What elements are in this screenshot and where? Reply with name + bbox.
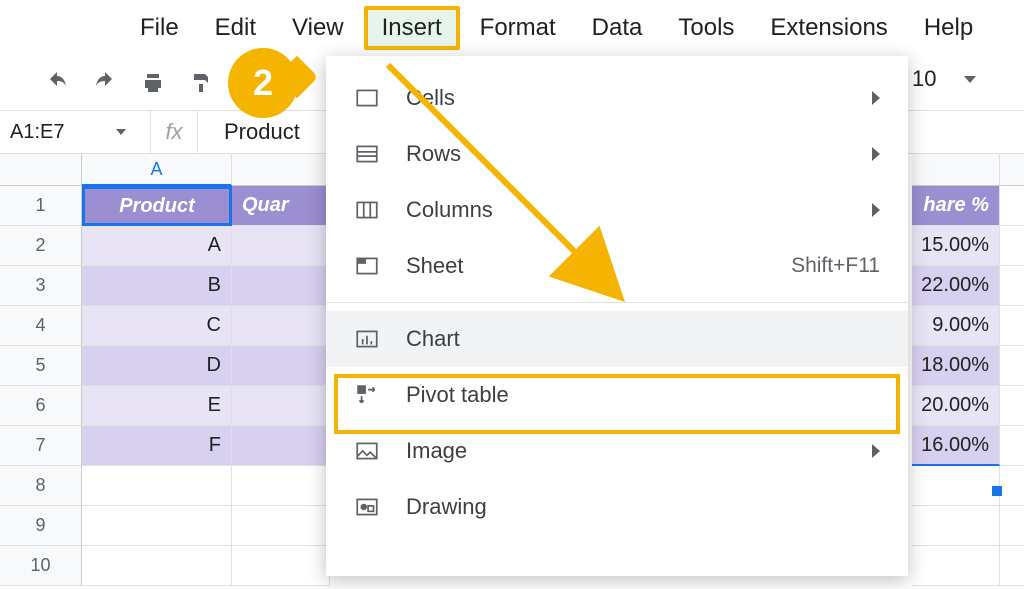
cell-e5[interactable]: 18.00% bbox=[912, 346, 1000, 386]
cell-e1[interactable]: hare % bbox=[912, 186, 1000, 226]
menu-extensions[interactable]: Extensions bbox=[754, 6, 903, 50]
row-header[interactable]: 4 bbox=[0, 306, 82, 346]
column-header-a[interactable]: A bbox=[82, 154, 232, 186]
pivot-table-icon bbox=[354, 382, 380, 408]
cell-e4[interactable]: 9.00% bbox=[912, 306, 1000, 346]
dd-drawing[interactable]: Drawing bbox=[326, 479, 908, 535]
menu-bar: File Edit View Insert Format Data Tools … bbox=[0, 0, 1024, 56]
cell-b4[interactable] bbox=[232, 306, 330, 346]
cell-a7[interactable]: F bbox=[82, 426, 232, 466]
chevron-down-icon[interactable] bbox=[116, 129, 126, 135]
paint-format-icon[interactable] bbox=[184, 66, 218, 100]
dd-image[interactable]: Image bbox=[326, 423, 908, 479]
cell-a1[interactable]: Product bbox=[82, 186, 232, 226]
dd-rows-label: Rows bbox=[406, 141, 846, 167]
step-badge: 2 bbox=[228, 48, 298, 118]
menu-insert[interactable]: Insert bbox=[364, 6, 460, 50]
dd-sheet-shortcut: Shift+F11 bbox=[791, 254, 880, 278]
cell-b5[interactable] bbox=[232, 346, 330, 386]
column-header-b[interactable] bbox=[232, 154, 330, 186]
cell-a4[interactable]: C bbox=[82, 306, 232, 346]
dd-columns[interactable]: Columns bbox=[326, 182, 908, 238]
rows-icon bbox=[354, 141, 380, 167]
cell-a2[interactable]: A bbox=[82, 226, 232, 266]
cell-b6[interactable] bbox=[232, 386, 330, 426]
dd-chart[interactable]: Chart bbox=[326, 311, 908, 367]
chevron-right-icon bbox=[872, 444, 880, 458]
dd-columns-label: Columns bbox=[406, 197, 846, 223]
cell-f1[interactable] bbox=[1000, 186, 1024, 226]
font-size-value[interactable]: 10 bbox=[912, 66, 936, 92]
chevron-right-icon bbox=[872, 91, 880, 105]
cell-e6[interactable]: 20.00% bbox=[912, 386, 1000, 426]
drawing-icon bbox=[354, 494, 380, 520]
row-header[interactable]: 2 bbox=[0, 226, 82, 266]
row-header[interactable]: 10 bbox=[0, 546, 82, 586]
row-header[interactable]: 3 bbox=[0, 266, 82, 306]
undo-icon[interactable] bbox=[40, 66, 74, 100]
menu-file[interactable]: File bbox=[124, 6, 195, 50]
dd-chart-label: Chart bbox=[406, 326, 880, 352]
cell-a6[interactable]: E bbox=[82, 386, 232, 426]
cell-b1[interactable]: Quar bbox=[232, 186, 330, 226]
dd-cells-label: Cells bbox=[406, 85, 846, 111]
cell-b3[interactable] bbox=[232, 266, 330, 306]
row-header[interactable]: 6 bbox=[0, 386, 82, 426]
column-header-e[interactable] bbox=[912, 154, 1000, 186]
row-header[interactable]: 8 bbox=[0, 466, 82, 506]
cell-e7[interactable]: 16.00% bbox=[912, 426, 1000, 466]
row-header[interactable]: 7 bbox=[0, 426, 82, 466]
columns-icon bbox=[354, 197, 380, 223]
chart-icon bbox=[354, 326, 380, 352]
column-header-f[interactable] bbox=[1000, 154, 1024, 186]
menu-view[interactable]: View bbox=[276, 6, 360, 50]
row-header[interactable]: 9 bbox=[0, 506, 82, 546]
menu-separator bbox=[326, 302, 908, 303]
selection-handle[interactable] bbox=[992, 486, 1002, 496]
print-icon[interactable] bbox=[136, 66, 170, 100]
name-box[interactable]: A1:E7 bbox=[10, 121, 64, 144]
dd-pivot[interactable]: Pivot table bbox=[326, 367, 908, 423]
insert-dropdown: Cells Rows Columns Sheet Shift+F11 Chart… bbox=[326, 56, 908, 576]
row-header[interactable]: 5 bbox=[0, 346, 82, 386]
chevron-down-icon[interactable] bbox=[964, 76, 976, 83]
sheet-icon bbox=[354, 253, 380, 279]
menu-data[interactable]: Data bbox=[576, 6, 659, 50]
cells-icon bbox=[354, 85, 380, 111]
dd-drawing-label: Drawing bbox=[406, 494, 880, 520]
dd-cells[interactable]: Cells bbox=[326, 70, 908, 126]
fx-label: fx bbox=[150, 111, 198, 153]
menu-help[interactable]: Help bbox=[908, 6, 989, 50]
dd-sheet-label: Sheet bbox=[406, 253, 765, 279]
cell-b7[interactable] bbox=[232, 426, 330, 466]
chevron-right-icon bbox=[872, 147, 880, 161]
row-header[interactable]: 1 bbox=[0, 186, 82, 226]
menu-format[interactable]: Format bbox=[464, 6, 572, 50]
redo-icon[interactable] bbox=[88, 66, 122, 100]
menu-edit[interactable]: Edit bbox=[199, 6, 272, 50]
cell-e2[interactable]: 15.00% bbox=[912, 226, 1000, 266]
image-icon bbox=[354, 438, 380, 464]
formula-bar[interactable]: Product bbox=[198, 119, 300, 145]
cell-e3[interactable]: 22.00% bbox=[912, 266, 1000, 306]
select-all-corner[interactable] bbox=[0, 154, 82, 186]
dd-pivot-label: Pivot table bbox=[406, 382, 880, 408]
chevron-right-icon bbox=[872, 203, 880, 217]
cell-a3[interactable]: B bbox=[82, 266, 232, 306]
menu-tools[interactable]: Tools bbox=[662, 6, 750, 50]
dd-rows[interactable]: Rows bbox=[326, 126, 908, 182]
dd-image-label: Image bbox=[406, 438, 846, 464]
cell-a5[interactable]: D bbox=[82, 346, 232, 386]
cell-b2[interactable] bbox=[232, 226, 330, 266]
dd-sheet[interactable]: Sheet Shift+F11 bbox=[326, 238, 908, 294]
